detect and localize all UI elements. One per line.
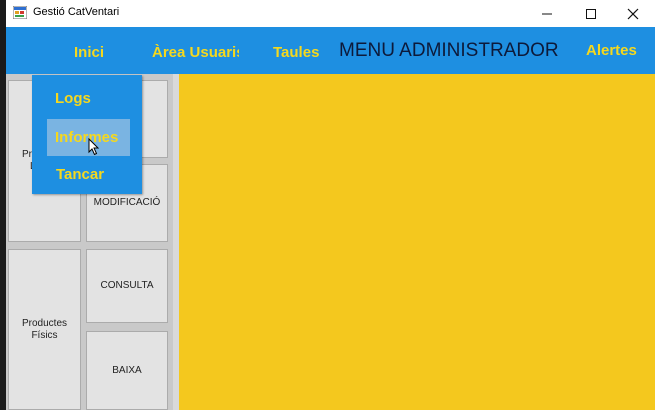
app-icon <box>13 6 27 19</box>
menu-title: MENU ADMINISTRADOR <box>339 40 559 61</box>
main-area <box>179 74 655 410</box>
tile-modificacio-label: MODIFICACIÓ <box>93 197 161 208</box>
dropdown-item-tancar[interactable]: Tancar <box>56 166 104 183</box>
menu-alertes[interactable]: Alertes <box>586 42 637 59</box>
tile-productes-fisics-label: Productes Físics <box>21 317 68 341</box>
window-title: Gestió CatVentari <box>33 6 120 18</box>
menu-area-usuaris[interactable]: Àrea Usuaris <box>152 44 239 61</box>
dropdown-item-logs[interactable]: Logs <box>55 90 91 107</box>
menu-bar: Inici Àrea Usuaris Taules MENU ADMINISTR… <box>6 27 655 74</box>
dropdown-item-informes[interactable]: Informes <box>55 129 118 146</box>
inici-dropdown-menu: Logs Informes Tancar <box>32 75 142 194</box>
maximize-button[interactable] <box>569 0 613 27</box>
app-window: Gestió CatVentari Inici Àrea Usuaris Tau… <box>6 0 655 410</box>
tile-consulta-label: CONSULTA <box>100 280 154 291</box>
maximize-icon <box>586 8 596 19</box>
tile-baixa[interactable]: BAIXA <box>86 331 168 410</box>
mouse-cursor-icon <box>88 138 100 156</box>
close-button[interactable] <box>611 0 655 27</box>
tile-consulta[interactable]: CONSULTA <box>86 249 168 323</box>
tile-baixa-label: BAIXA <box>112 364 142 376</box>
menu-inici[interactable]: Inici <box>74 44 104 61</box>
title-bar: Gestió CatVentari <box>6 0 655 27</box>
tile-productes-fisics[interactable]: Productes Físics <box>8 249 81 410</box>
minimize-icon <box>542 13 552 14</box>
menu-taules[interactable]: Taules <box>273 44 319 61</box>
close-icon <box>627 8 639 19</box>
minimize-button[interactable] <box>525 0 569 27</box>
